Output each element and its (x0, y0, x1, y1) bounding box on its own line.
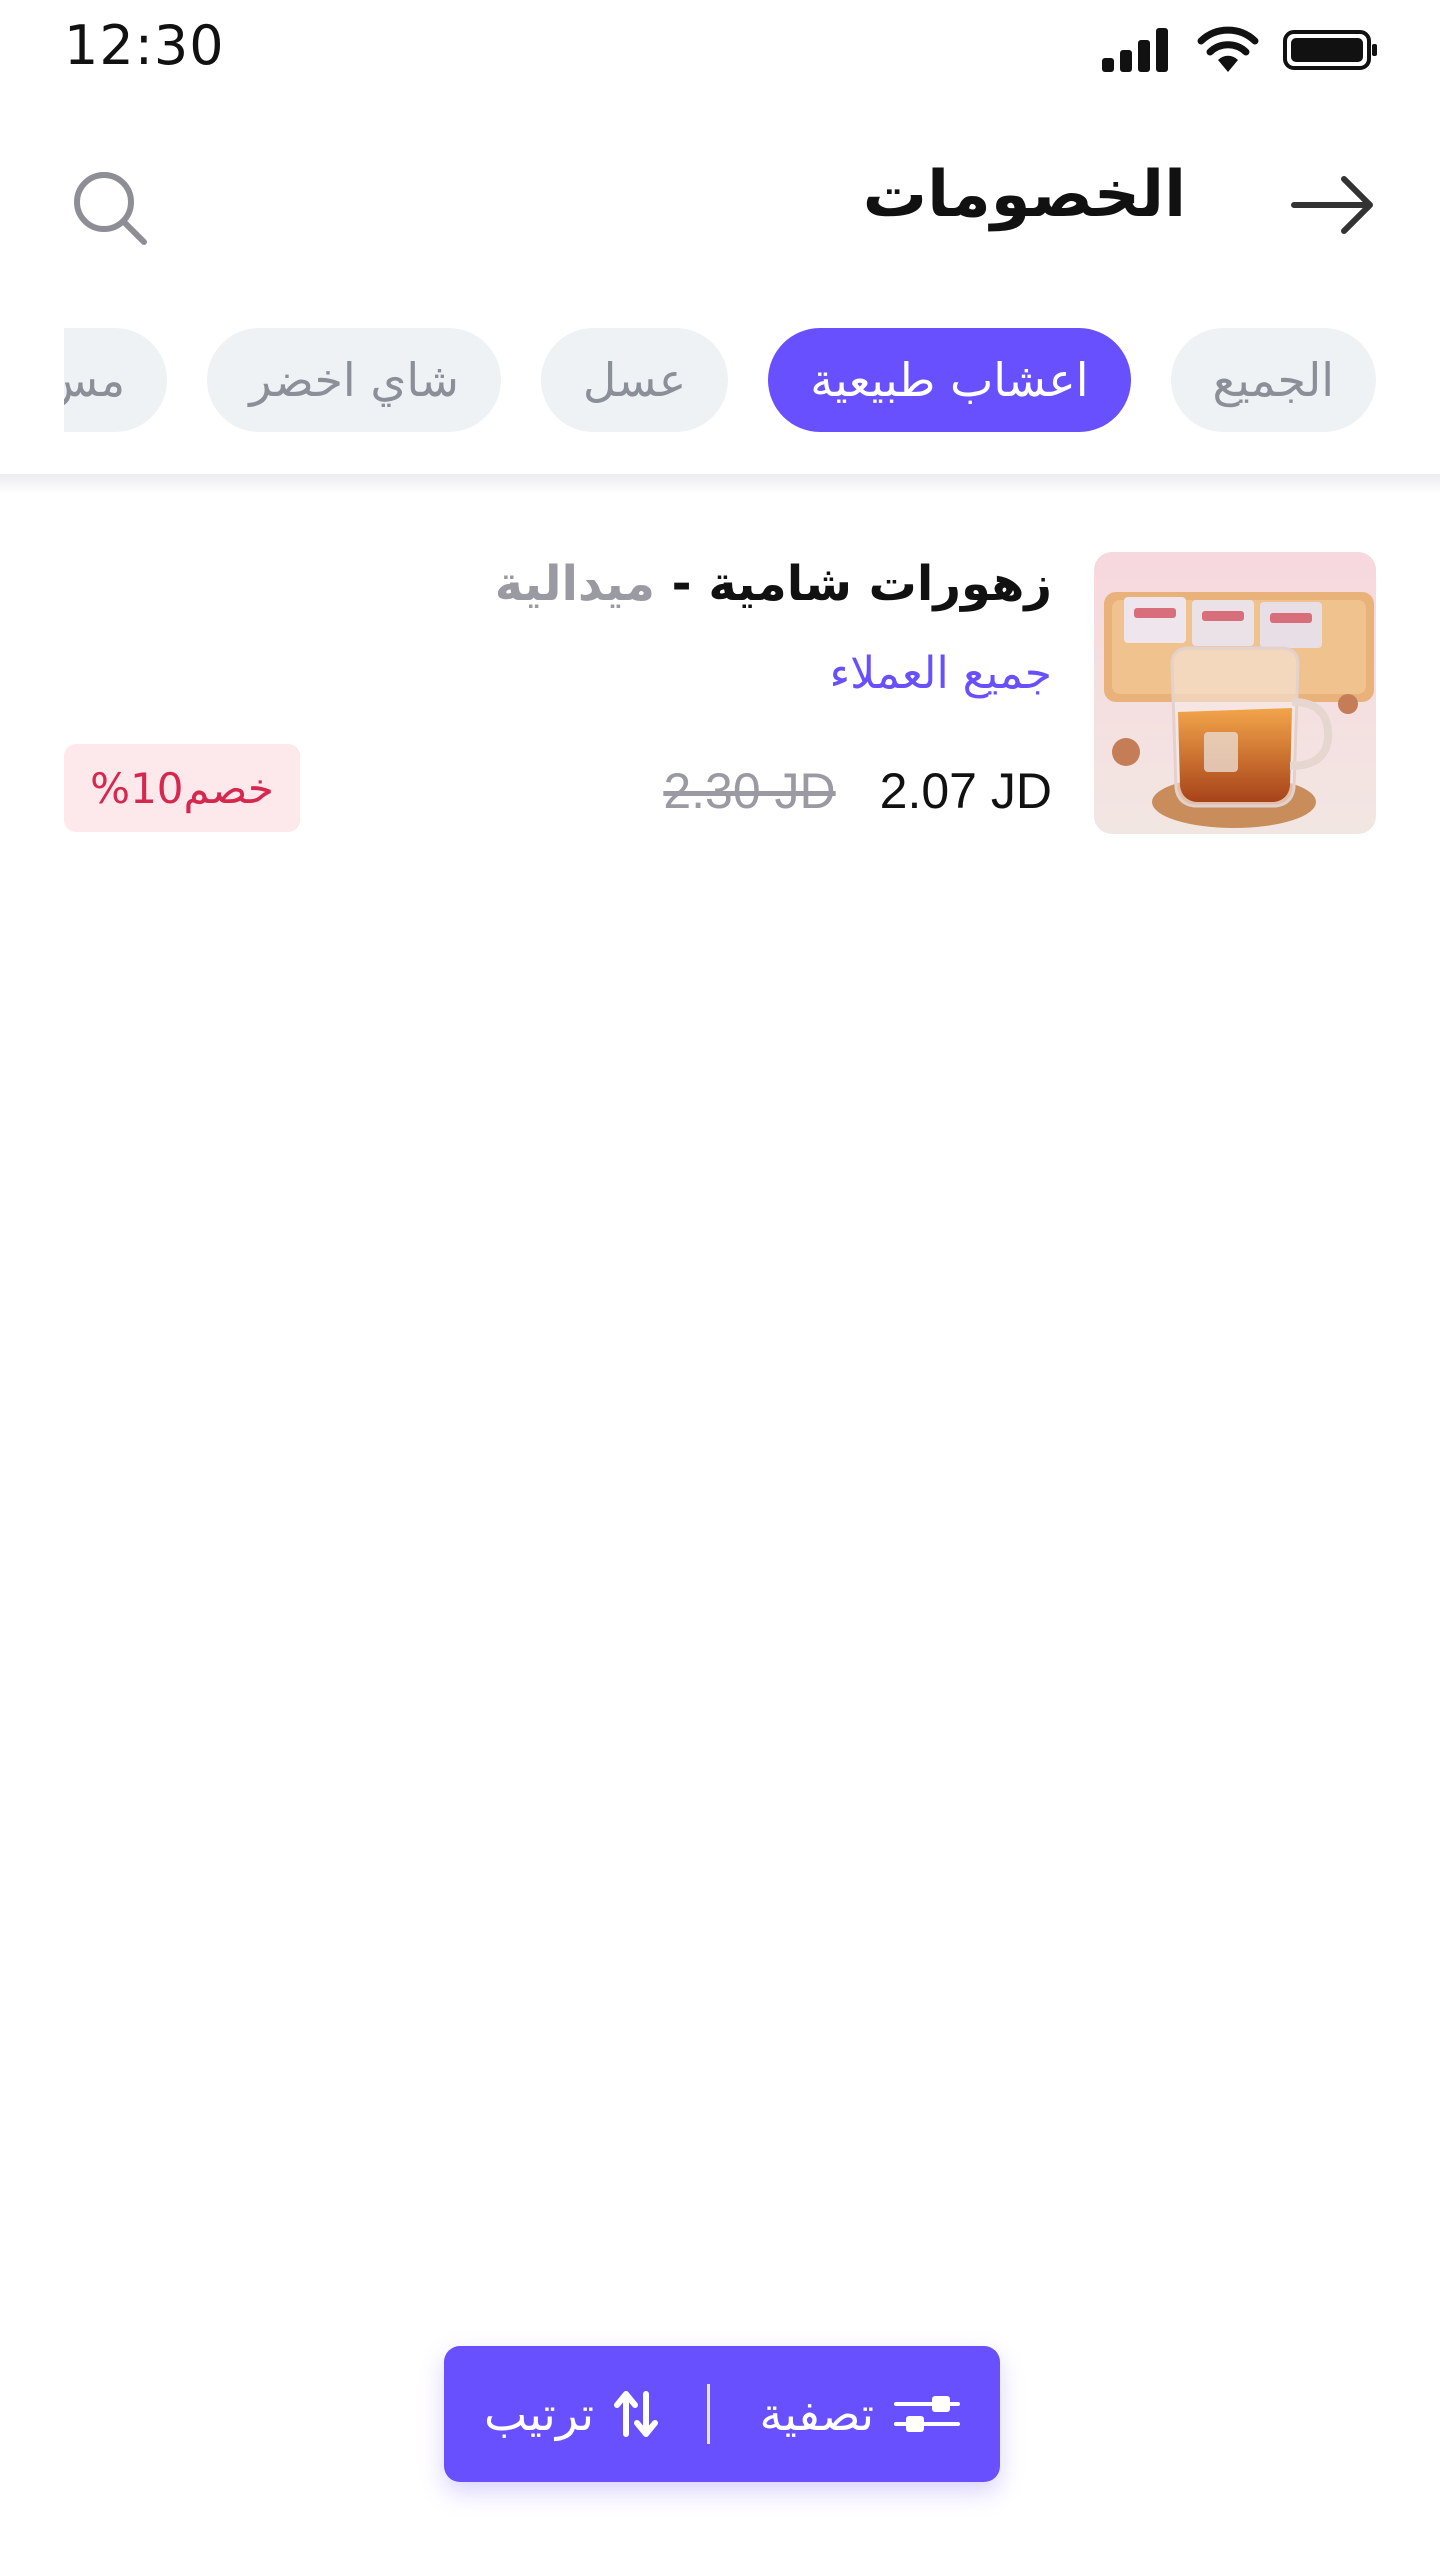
search-icon[interactable] (70, 168, 150, 248)
cellular-signal-icon (1102, 28, 1168, 72)
product-image[interactable] (1094, 552, 1376, 834)
chip-natural-herbs[interactable]: اعشاب طبيعية (768, 328, 1131, 432)
page-title: الخصومات (862, 158, 1186, 232)
sort-arrows-icon (614, 2391, 659, 2437)
chip-honey[interactable]: عسل (540, 328, 729, 432)
header: الخصومات (0, 140, 1440, 270)
sort-button[interactable]: ترتيب (484, 2387, 659, 2441)
product-name-separator: - (654, 556, 709, 612)
status-icons (1100, 26, 1380, 74)
discounts-screen: 12:30 الخصومات الجميع اعشاب طبيعية عسل ش… (0, 0, 1440, 2560)
action-divider (707, 2384, 711, 2444)
wifi-icon (1197, 26, 1259, 72)
status-time: 12:30 (64, 14, 225, 77)
product-card[interactable]: زهورات شامية - ميدالية جميع العملاء 2.07… (64, 552, 1376, 834)
sort-label: ترتيب (484, 2387, 595, 2441)
filter-sort-bar: ترتيب تصفية (444, 2346, 1000, 2482)
price-current: 2.07 JD (879, 763, 1052, 819)
filter-label: تصفية (759, 2387, 874, 2441)
discount-badge: خصم10% (64, 744, 300, 832)
battery-icon (1283, 30, 1377, 70)
product-title[interactable]: زهورات شامية - ميدالية (495, 556, 1052, 612)
price-old: 2.30 JD (663, 763, 836, 819)
status-bar: 12:30 (0, 0, 1440, 100)
category-chips: الجميع اعشاب طبيعية عسل شاي اخضر مس (0, 320, 1440, 474)
chips-clip (0, 320, 64, 474)
filter-button[interactable]: تصفية (759, 2387, 960, 2441)
price-row: 2.07 JD 2.30 JD (663, 762, 1052, 820)
product-audience: جميع العملاء (829, 648, 1052, 699)
filter-sliders-icon (894, 2396, 960, 2432)
chip-all[interactable]: الجميع (1170, 328, 1376, 432)
product-name: زهورات شامية (708, 556, 1052, 612)
chip-green-tea[interactable]: شاي اخضر (207, 328, 501, 432)
chips-divider-shadow (0, 474, 1440, 494)
back-arrow-icon[interactable] (1288, 170, 1378, 240)
product-brand: ميدالية (494, 556, 655, 612)
